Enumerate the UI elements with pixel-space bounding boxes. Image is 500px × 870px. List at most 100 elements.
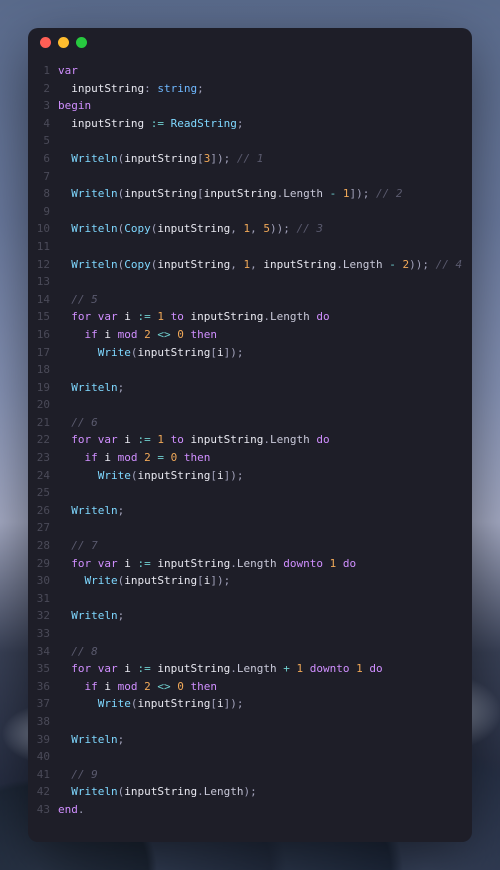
code-line[interactable]: 27	[28, 519, 472, 537]
code-line[interactable]: 40	[28, 748, 472, 766]
maximize-icon[interactable]	[76, 37, 87, 48]
code-line[interactable]: 9	[28, 203, 472, 221]
line-content[interactable]: Writeln;	[58, 607, 124, 625]
line-number: 31	[28, 590, 58, 608]
code-line[interactable]: 26 Writeln;	[28, 502, 472, 520]
code-line[interactable]: 43end.	[28, 801, 472, 819]
code-line[interactable]: 19 Writeln;	[28, 379, 472, 397]
line-content[interactable]: for var i := inputString.Length + 1 down…	[58, 660, 383, 678]
code-line[interactable]: 20	[28, 396, 472, 414]
line-content[interactable]: Writeln(Copy(inputString, 1, inputString…	[58, 256, 462, 274]
line-content[interactable]: Writeln;	[58, 731, 124, 749]
line-content[interactable]: Writeln(Copy(inputString, 1, 5)); // 3	[58, 220, 323, 238]
code-line[interactable]: 28 // 7	[28, 537, 472, 555]
line-content[interactable]: var	[58, 62, 78, 80]
line-content[interactable]: // 7	[58, 537, 98, 555]
code-line[interactable]: 39 Writeln;	[28, 731, 472, 749]
code-line[interactable]: 24 Write(inputString[i]);	[28, 467, 472, 485]
line-number: 9	[28, 203, 58, 221]
code-line[interactable]: 42 Writeln(inputString.Length);	[28, 783, 472, 801]
code-line[interactable]: 36 if i mod 2 <> 0 then	[28, 678, 472, 696]
code-line[interactable]: 30 Write(inputString[i]);	[28, 572, 472, 590]
line-number: 34	[28, 643, 58, 661]
line-content[interactable]: inputString := ReadString;	[58, 115, 243, 133]
line-number: 29	[28, 555, 58, 573]
line-number: 35	[28, 660, 58, 678]
line-number: 5	[28, 132, 58, 150]
code-line[interactable]: 38	[28, 713, 472, 731]
line-content[interactable]: Writeln(inputString[inputString.Length -…	[58, 185, 402, 203]
line-number: 15	[28, 308, 58, 326]
code-line[interactable]: 25	[28, 484, 472, 502]
code-line[interactable]: 4 inputString := ReadString;	[28, 115, 472, 133]
line-number: 12	[28, 256, 58, 274]
line-content[interactable]: // 8	[58, 643, 98, 661]
code-line[interactable]: 21 // 6	[28, 414, 472, 432]
code-line[interactable]: 13	[28, 273, 472, 291]
code-line[interactable]: 3begin	[28, 97, 472, 115]
line-number: 8	[28, 185, 58, 203]
code-line[interactable]: 7	[28, 168, 472, 186]
line-content[interactable]: inputString: string;	[58, 80, 204, 98]
line-number: 7	[28, 168, 58, 186]
line-number: 32	[28, 607, 58, 625]
line-content[interactable]: if i mod 2 <> 0 then	[58, 326, 217, 344]
line-content[interactable]: for var i := inputString.Length downto 1…	[58, 555, 356, 573]
line-number: 16	[28, 326, 58, 344]
line-content[interactable]: // 6	[58, 414, 98, 432]
line-content[interactable]: // 9	[58, 766, 98, 784]
line-content[interactable]: // 5	[58, 291, 98, 309]
code-line[interactable]: 31	[28, 590, 472, 608]
line-content[interactable]: Writeln;	[58, 502, 124, 520]
line-content[interactable]: Write(inputString[i]);	[58, 344, 243, 362]
code-area[interactable]: 1var2 inputString: string;3begin4 inputS…	[28, 56, 472, 842]
code-line[interactable]: 11	[28, 238, 472, 256]
line-content[interactable]: for var i := 1 to inputString.Length do	[58, 308, 330, 326]
code-line[interactable]: 17 Write(inputString[i]);	[28, 344, 472, 362]
code-line[interactable]: 37 Write(inputString[i]);	[28, 695, 472, 713]
code-line[interactable]: 10 Writeln(Copy(inputString, 1, 5)); // …	[28, 220, 472, 238]
code-line[interactable]: 29 for var i := inputString.Length downt…	[28, 555, 472, 573]
code-line[interactable]: 35 for var i := inputString.Length + 1 d…	[28, 660, 472, 678]
code-line[interactable]: 41 // 9	[28, 766, 472, 784]
code-line[interactable]: 33	[28, 625, 472, 643]
code-line[interactable]: 14 // 5	[28, 291, 472, 309]
line-content[interactable]: Write(inputString[i]);	[58, 572, 230, 590]
line-number: 10	[28, 220, 58, 238]
close-icon[interactable]	[40, 37, 51, 48]
code-line[interactable]: 32 Writeln;	[28, 607, 472, 625]
window-titlebar[interactable]	[28, 28, 472, 56]
code-line[interactable]: 18	[28, 361, 472, 379]
line-content[interactable]: Write(inputString[i]);	[58, 467, 243, 485]
line-content[interactable]: begin	[58, 97, 91, 115]
code-line[interactable]: 34 // 8	[28, 643, 472, 661]
code-line[interactable]: 6 Writeln(inputString[3]); // 1	[28, 150, 472, 168]
minimize-icon[interactable]	[58, 37, 69, 48]
line-content[interactable]: if i mod 2 <> 0 then	[58, 678, 217, 696]
code-line[interactable]: 1var	[28, 62, 472, 80]
line-number: 39	[28, 731, 58, 749]
line-number: 28	[28, 537, 58, 555]
line-number: 2	[28, 80, 58, 98]
code-line[interactable]: 23 if i mod 2 = 0 then	[28, 449, 472, 467]
line-number: 26	[28, 502, 58, 520]
line-content[interactable]: Write(inputString[i]);	[58, 695, 243, 713]
line-number: 6	[28, 150, 58, 168]
line-content[interactable]: Writeln(inputString.Length);	[58, 783, 257, 801]
code-line[interactable]: 12 Writeln(Copy(inputString, 1, inputStr…	[28, 256, 472, 274]
line-content[interactable]: if i mod 2 = 0 then	[58, 449, 210, 467]
code-line[interactable]: 15 for var i := 1 to inputString.Length …	[28, 308, 472, 326]
line-number: 13	[28, 273, 58, 291]
code-line[interactable]: 8 Writeln(inputString[inputString.Length…	[28, 185, 472, 203]
code-line[interactable]: 2 inputString: string;	[28, 80, 472, 98]
code-line[interactable]: 5	[28, 132, 472, 150]
line-number: 23	[28, 449, 58, 467]
line-content[interactable]: Writeln;	[58, 379, 124, 397]
code-line[interactable]: 22 for var i := 1 to inputString.Length …	[28, 431, 472, 449]
line-content[interactable]: Writeln(inputString[3]); // 1	[58, 150, 263, 168]
line-number: 11	[28, 238, 58, 256]
line-content[interactable]: for var i := 1 to inputString.Length do	[58, 431, 330, 449]
line-number: 37	[28, 695, 58, 713]
line-content[interactable]: end.	[58, 801, 85, 819]
code-line[interactable]: 16 if i mod 2 <> 0 then	[28, 326, 472, 344]
